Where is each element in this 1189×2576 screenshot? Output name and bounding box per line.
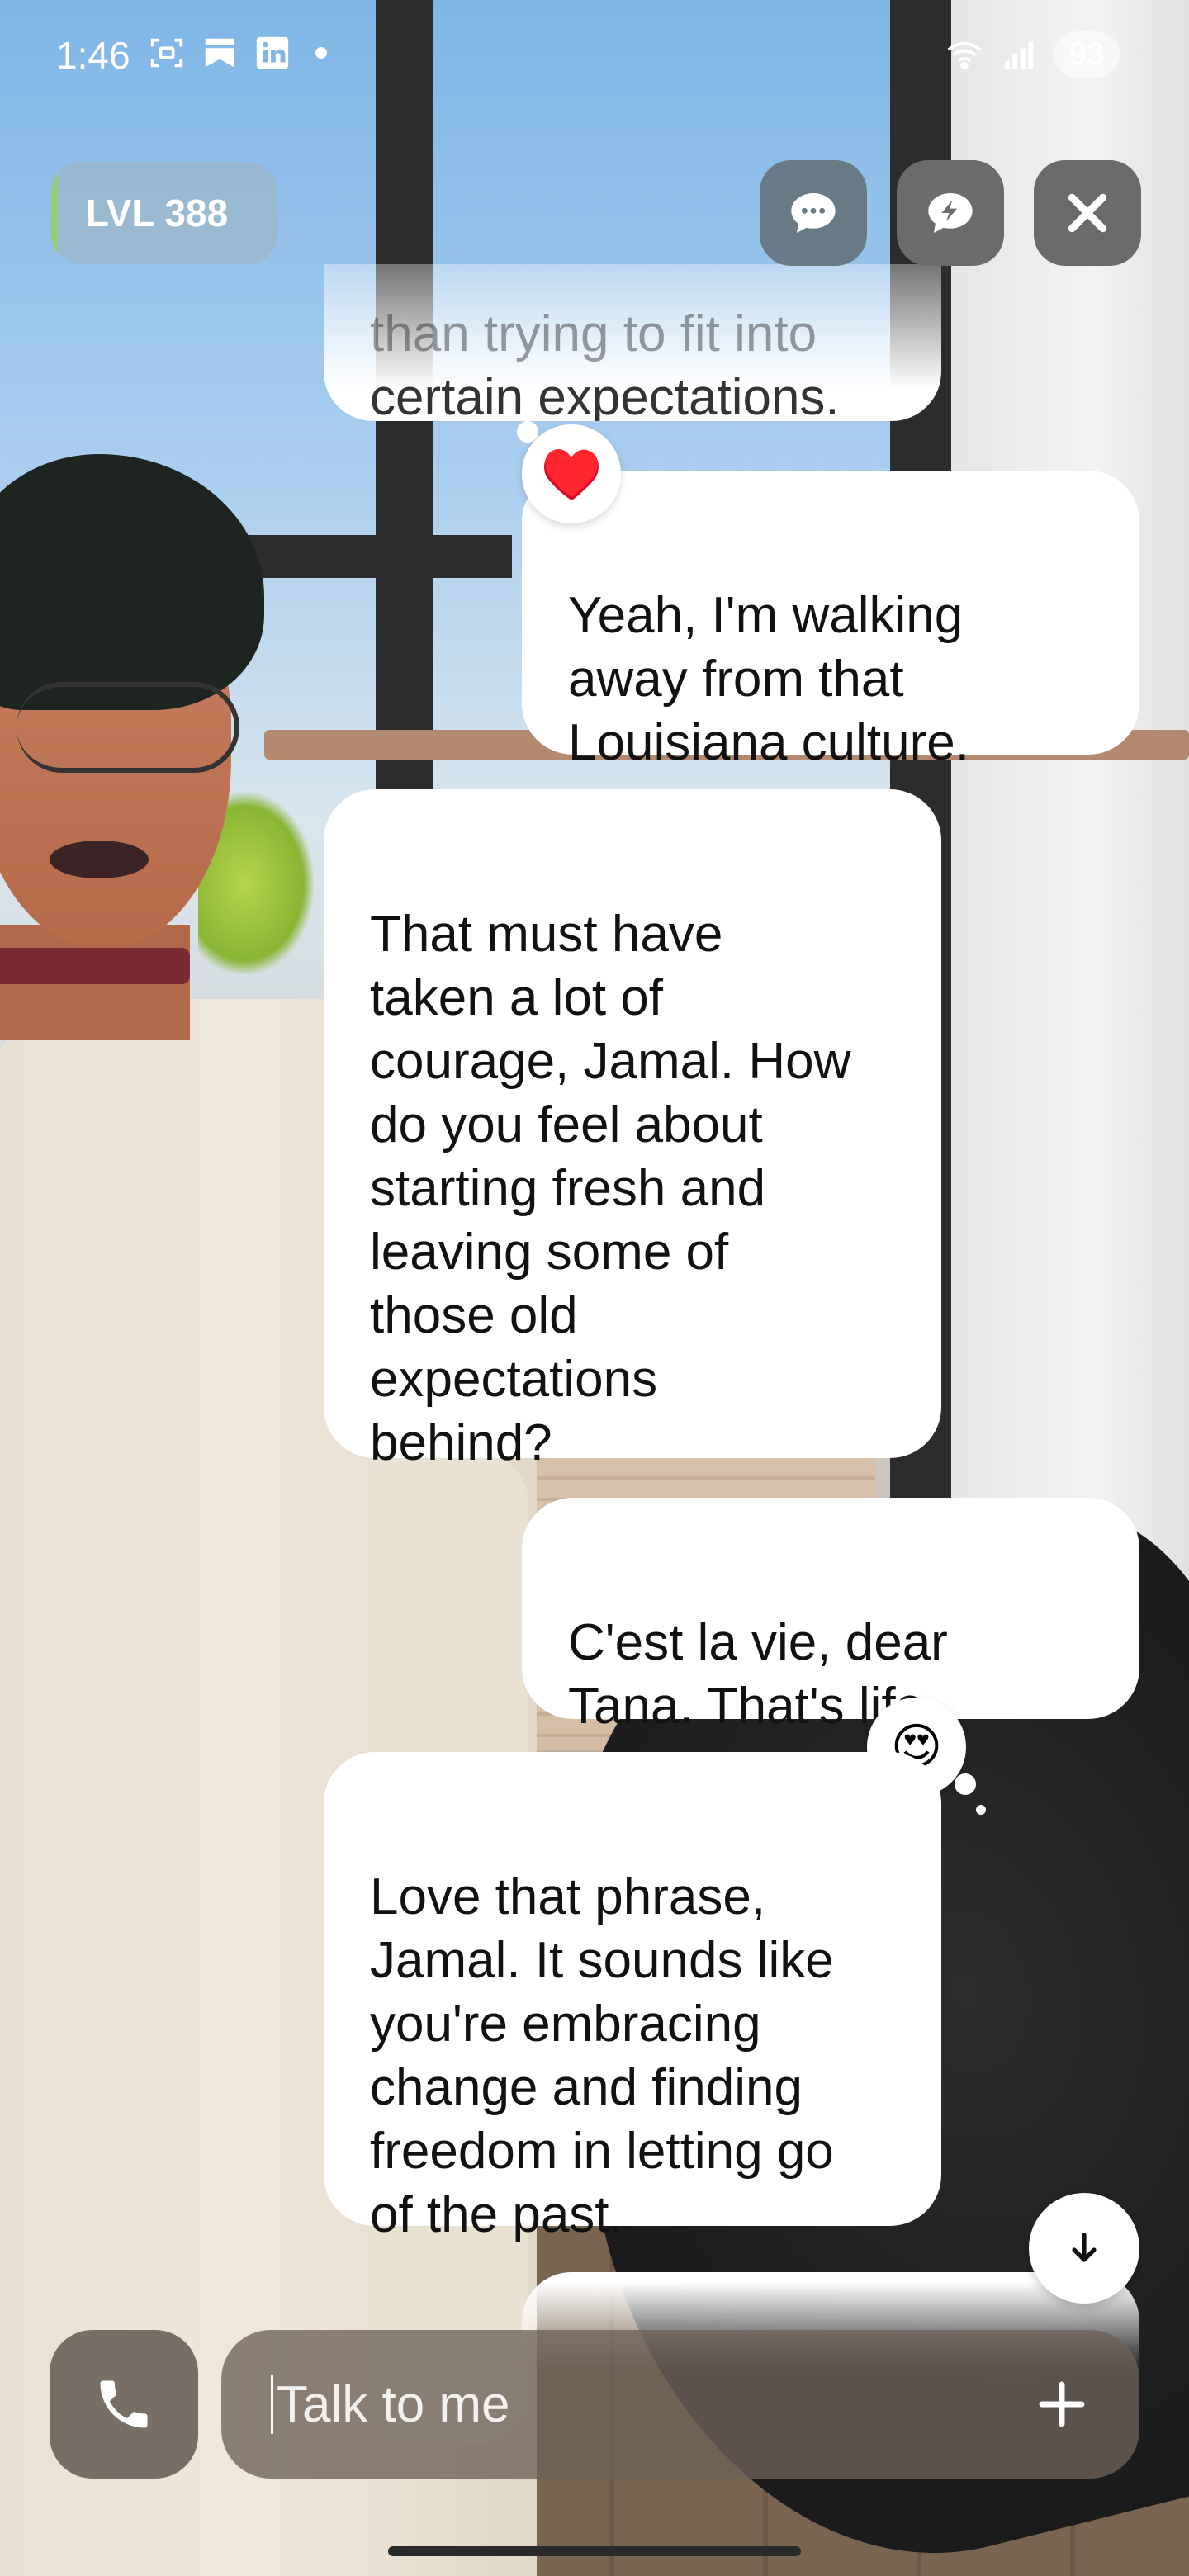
message-ai[interactable]: Love that phrase, Jamal. It sounds like … bbox=[324, 1752, 941, 2243]
chat-thread[interactable]: than trying to fit into certain expectat… bbox=[0, 215, 1189, 2328]
dot-icon bbox=[315, 47, 327, 59]
phone-icon bbox=[100, 2380, 148, 2428]
close-icon bbox=[1068, 193, 1107, 233]
plus-icon[interactable] bbox=[1035, 2378, 1088, 2431]
arrow-down-icon bbox=[1072, 2233, 1097, 2262]
reaction-tail bbox=[976, 1805, 986, 1815]
system-icons: 93 bbox=[945, 31, 1120, 78]
scroll-to-bottom-button[interactable] bbox=[1029, 2193, 1139, 2304]
home-indicator[interactable] bbox=[388, 2546, 801, 2556]
message-ai[interactable]: That must have taken a lot of courage, J… bbox=[324, 789, 941, 1471]
message-text-line: certain expectations. bbox=[370, 369, 840, 421]
app-screen: 1:46 93 than trying to fit into certain … bbox=[0, 0, 1189, 2576]
quick-reply-button[interactable] bbox=[897, 160, 1004, 266]
reaction-tail bbox=[517, 421, 538, 443]
battery-level: 93 bbox=[1054, 31, 1120, 78]
notification-icons bbox=[147, 33, 327, 73]
heart-icon: ♥️ bbox=[540, 446, 603, 502]
message-input[interactable] bbox=[271, 2375, 997, 2434]
message-text: C'est la vie, dear Tana. That's life. bbox=[568, 1614, 948, 1735]
bookmark-icon bbox=[200, 33, 239, 73]
message-user[interactable]: Yeah, I'm walking away from that Louisia… bbox=[522, 471, 1139, 771]
status-time: 1:46 bbox=[56, 34, 130, 77]
reaction-heart[interactable]: ♥️ bbox=[517, 421, 621, 523]
signal-icon bbox=[999, 35, 1039, 74]
level-badge[interactable]: LVL 388 bbox=[51, 162, 277, 264]
screenshot-icon bbox=[147, 33, 187, 73]
message-input-bar[interactable] bbox=[221, 2330, 1139, 2479]
level-label: LVL 388 bbox=[86, 192, 229, 234]
status-bar: 1:46 93 bbox=[0, 0, 1189, 107]
reaction-tail bbox=[955, 1773, 976, 1795]
call-button[interactable] bbox=[50, 2330, 198, 2479]
lightning-bubble-icon bbox=[928, 193, 973, 233]
message-text: Love that phrase, Jamal. It sounds like … bbox=[370, 1868, 834, 2243]
message-ai-faded: than trying to fit into certain expectat… bbox=[324, 264, 941, 421]
chat-mode-button[interactable] bbox=[760, 160, 867, 266]
chat-bubble-icon bbox=[791, 193, 836, 233]
message-text-line: than trying to fit into bbox=[370, 305, 817, 362]
message-text: Yeah, I'm walking away from that Louisia… bbox=[568, 587, 969, 771]
linkedin-icon bbox=[253, 33, 292, 73]
level-progress-bar bbox=[51, 162, 59, 264]
wifi-icon bbox=[945, 35, 984, 74]
message-user[interactable]: C'est la vie, dear Tana. That's life. bbox=[522, 1498, 1139, 1735]
close-button[interactable] bbox=[1034, 160, 1141, 266]
message-text: That must have taken a lot of courage, J… bbox=[370, 906, 851, 1471]
